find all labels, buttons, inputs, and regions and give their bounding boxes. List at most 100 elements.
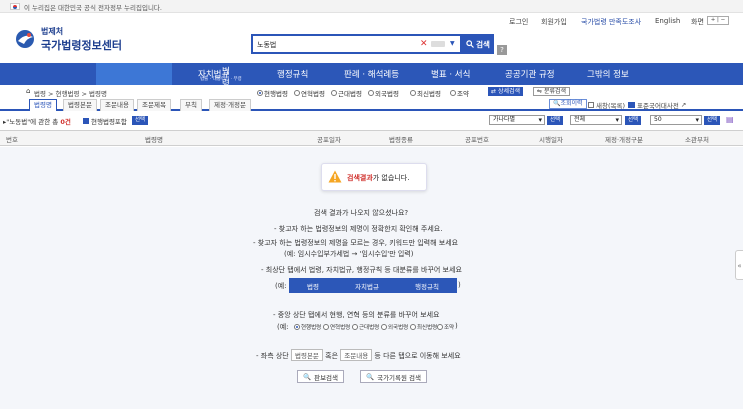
result-count: 0건 <box>60 118 71 126</box>
english-link[interactable]: English <box>655 17 680 25</box>
nav-item-law[interactable]: 법령 법률 · 대통령령 · 부령 <box>96 63 242 89</box>
print-icon[interactable]: ▤ <box>726 116 735 124</box>
example-open-2: (예: <box>277 323 289 331</box>
category-search-button[interactable]: ⇋ 분류검색 <box>533 87 571 96</box>
tip-text-c: 등 다른 탭으로 이동해 보세요 <box>374 352 461 360</box>
view-history-button[interactable]: 🔍조회이력 <box>549 99 587 109</box>
clear-search-icon[interactable]: ✕ <box>420 39 428 49</box>
include-current-checkbox[interactable]: 현행법령포함 <box>83 116 127 126</box>
category-search-label: 분류검색 <box>543 88 567 95</box>
sort-order-select[interactable]: 가나다별 <box>489 115 545 125</box>
view-history-label: 조회이력 <box>560 100 583 107</box>
tab-article-title[interactable]: 조문제목 <box>137 99 171 111</box>
search-input[interactable] <box>257 38 407 51</box>
national-archives-search-button[interactable]: 🔍 국가기록원 검색 <box>360 370 428 383</box>
result-summary: ▸"노동법"에 관한 총 0건 <box>3 118 71 126</box>
example-radio-current: 현행법령 <box>294 323 321 331</box>
radio-dot <box>257 90 263 96</box>
scope-select[interactable]: 전체 <box>570 115 622 125</box>
screen-zoom-label: 화면 <box>691 18 704 26</box>
radio-label: 조약 <box>457 90 469 98</box>
example-radio-foreign: 외국법령 <box>381 323 408 331</box>
no-results-highlight: 검색결과 <box>347 174 373 182</box>
example-tab-admin: 행정규칙 <box>415 282 439 291</box>
login-link[interactable]: 로그인 <box>509 17 528 27</box>
nav-item-local-laws[interactable]: 자치법규 <box>198 68 229 80</box>
tip-text-b: 혹은 <box>325 352 339 360</box>
sort-apply-button[interactable]: 선택 <box>547 116 564 125</box>
search-button[interactable]: 검색 <box>462 34 494 54</box>
scope-apply-button[interactable]: 선택 <box>625 116 642 125</box>
satisfaction-survey-link[interactable]: 국가법령 만족도조사 <box>581 17 641 27</box>
radio-label: 현행법령 <box>301 325 322 331</box>
radio-treaty[interactable]: 조약 <box>450 88 469 98</box>
new-window-checkbox[interactable]: 새창(목록) <box>588 100 625 110</box>
column-promulgation-date: 공포일자 <box>317 136 341 144</box>
search-button-label: 검색 <box>476 39 490 49</box>
tab-law-body[interactable]: 법령본문 <box>63 99 97 111</box>
radio-label: 조약 <box>444 325 455 331</box>
per-page-apply-button[interactable]: 선택 <box>704 116 721 125</box>
moleg-logo-icon[interactable] <box>15 29 36 49</box>
example-radio-treaty: 조약 <box>437 323 454 331</box>
std-dictionary-link[interactable]: 표준국어대사전 ↗ <box>628 100 686 110</box>
screen-zoom-control[interactable]: + | − <box>707 16 729 25</box>
tab-revision-text[interactable]: 제정·개정문 <box>209 99 251 111</box>
search-icon <box>466 40 475 48</box>
chevron-down-icon[interactable]: ▼ <box>450 40 455 47</box>
radio-dot <box>410 90 416 96</box>
side-panel-toggle-icon[interactable]: « <box>735 250 743 280</box>
help-tip-center-tabs: - 중앙 상단 탭에서 현행, 연혁 등의 분류를 바꾸어 보세요 <box>273 311 440 319</box>
radio-modern-law[interactable]: 근대법령 <box>331 88 362 98</box>
search-box: ✕ ▼ <box>251 34 462 54</box>
radio-dot <box>294 324 300 330</box>
nav-item-public-regulations[interactable]: 공공기관 규정 <box>505 68 555 80</box>
radio-label: 외국법령 <box>388 325 409 331</box>
external-link-icon: ↗ <box>680 101 687 109</box>
no-results-message: 검색결과가 없습니다. <box>321 163 427 191</box>
no-results-rest: 가 없습니다. <box>372 174 410 182</box>
example-close: ) <box>458 281 461 289</box>
radio-dot <box>450 90 456 96</box>
column-promulgation-number: 공포번호 <box>465 136 489 144</box>
radio-label: 현행법령 <box>264 90 288 98</box>
detail-search-button[interactable]: ⇄ 상세검색 <box>488 87 524 96</box>
help-tip-top-tabs: - 최상단 탭에서 법령, 자치법규, 행정규칙 등 대분류를 바꾸어 보세요 <box>261 266 462 274</box>
nav-item-precedents[interactable]: 판례 · 해석례등 <box>344 68 399 80</box>
std-dictionary-label: 표준국어대사전 <box>637 102 679 110</box>
radio-label: 근대법령 <box>338 90 362 98</box>
gazette-search-button[interactable]: 🔍 판보검색 <box>297 370 345 383</box>
radio-current-law[interactable]: 현행법령 <box>257 88 288 98</box>
signup-link[interactable]: 회원가입 <box>541 17 567 27</box>
tab-supplementary[interactable]: 부칙 <box>180 99 202 111</box>
tab-law-name[interactable]: 법령명 <box>29 99 57 111</box>
tab-article-content[interactable]: 조문내용 <box>100 99 134 111</box>
radio-dot <box>381 324 387 330</box>
per-page-select[interactable]: 50 <box>650 115 702 125</box>
nav-item-tables-forms[interactable]: 별표 · 서식 <box>431 68 470 80</box>
radio-label: 연혁법령 <box>301 90 325 98</box>
result-select-button[interactable]: 선택 <box>132 116 149 125</box>
help-tip-exact-title: - 찾고자 하는 법령정보의 제명이 정확한지 확인해 주세요. <box>274 225 443 233</box>
column-law-type: 법령종류 <box>389 136 413 144</box>
home-icon[interactable]: ⌂ <box>26 87 30 95</box>
radio-foreign-law[interactable]: 외국법령 <box>368 88 399 98</box>
new-window-label: 새창(목록) <box>596 102 625 110</box>
nav-item-other-info[interactable]: 그밖의 정보 <box>587 68 629 80</box>
dictionary-icon <box>628 102 635 108</box>
radio-label: 근대법령 <box>359 325 380 331</box>
result-query: "노동법"에 관한 <box>6 118 51 126</box>
radio-label: 연혁법령 <box>330 325 351 331</box>
chip-article-content: 조문내용 <box>340 349 373 361</box>
logo-site-name[interactable]: 국가법령정보센터 <box>41 37 122 53</box>
radio-history-law[interactable]: 연혁법령 <box>294 88 325 98</box>
column-ministry: 소관부처 <box>685 136 709 144</box>
input-tool-icon[interactable] <box>431 41 445 47</box>
gazette-search-label: 판보검색 <box>314 373 339 382</box>
column-effective-date: 시행일자 <box>539 136 563 144</box>
no-results-text: 검색결과가 없습니다. <box>347 173 409 183</box>
nav-item-admin-rules[interactable]: 행정규칙 <box>277 68 308 80</box>
radio-latest-law[interactable]: 최신법령 <box>410 88 441 98</box>
checkbox-box <box>588 102 594 108</box>
search-help-button[interactable]: ? <box>497 45 507 55</box>
